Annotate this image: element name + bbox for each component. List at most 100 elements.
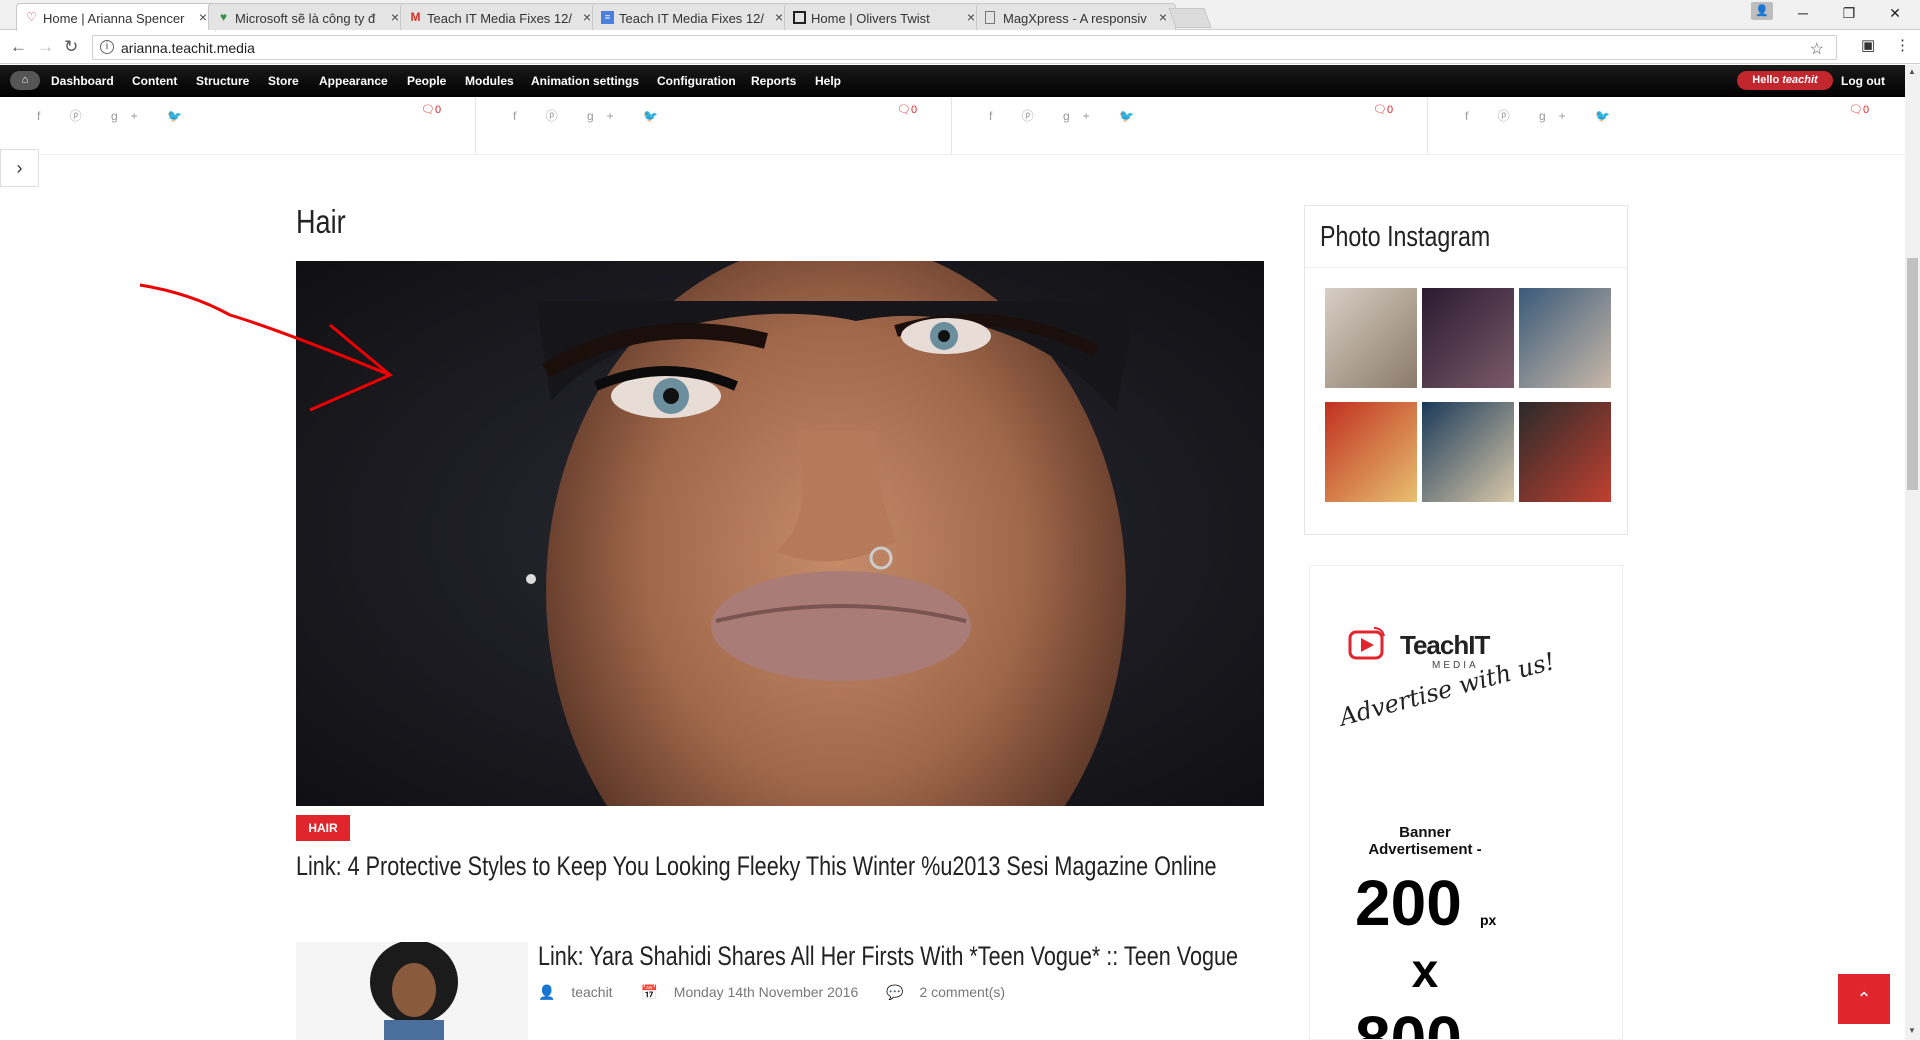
ad-height: 800 (1355, 1003, 1462, 1040)
scrollbar-thumb[interactable] (1907, 258, 1918, 490)
profile-icon[interactable]: 👤 (1751, 2, 1773, 20)
ad-content: TeachIT MEDIA Advertise with us! Banner … (1310, 584, 1558, 1040)
section-title: Hair (296, 203, 346, 240)
article-thumbnail[interactable] (296, 942, 528, 1040)
comment-count-value: 0 (1862, 104, 1870, 116)
scroll-to-top-button[interactable]: ⌃ (1838, 974, 1890, 1024)
menu-icon[interactable]: ⋮ (1895, 36, 1910, 54)
info-icon[interactable]: i (100, 40, 114, 54)
toolbar-appearance[interactable]: Appearance (319, 74, 388, 88)
tab-teachit-gmail[interactable]: M Teach IT Media Fixes 12/ × (400, 3, 600, 30)
toolbar-people[interactable]: People (407, 74, 446, 88)
toolbar-modules[interactable]: Modules (465, 74, 514, 88)
close-icon[interactable]: × (1159, 9, 1167, 25)
social-share-icons[interactable]: f ⓟ g+ 🐦 (513, 107, 671, 124)
hello-prefix: Hello (1752, 74, 1783, 86)
close-icon[interactable]: × (391, 9, 399, 25)
instagram-photo[interactable] (1325, 402, 1417, 502)
instagram-photo[interactable] (1422, 288, 1514, 388)
instagram-photo[interactable] (1422, 402, 1514, 502)
logout-link[interactable]: Log out (1841, 74, 1885, 88)
author-meta[interactable]: 👤 teachit (538, 984, 625, 1000)
tab-magxpress[interactable]: MagXpress - A responsiv × (976, 3, 1176, 30)
toolbar-reports[interactable]: Reports (751, 74, 796, 88)
tab-teachit-docs[interactable]: ≡ Teach IT Media Fixes 12/ × (592, 3, 792, 30)
ad-times: x (1411, 945, 1439, 998)
close-icon[interactable]: × (967, 9, 975, 25)
toolbar-help[interactable]: Help (815, 74, 841, 88)
reload-icon[interactable]: ↻ (64, 37, 78, 57)
bookmark-star-icon[interactable]: ☆ (1810, 39, 1824, 59)
comment-count[interactable]: 🗨0 (897, 103, 917, 116)
minimize-button[interactable]: ─ (1780, 0, 1826, 26)
social-share-icons[interactable]: f ⓟ g+ 🐦 (1465, 107, 1623, 124)
toolbar-animation-settings[interactable]: Animation settings (531, 74, 639, 88)
social-share-icons[interactable]: f ⓟ g+ 🐦 (37, 107, 195, 124)
instagram-photo[interactable] (1325, 288, 1417, 388)
instagram-widget: Photo Instagram (1304, 205, 1628, 535)
tab-title: Microsoft sẽ là công ty đ (235, 11, 376, 26)
featured-image[interactable] (296, 261, 1264, 806)
comment-count-value: 0 (910, 104, 918, 116)
extension-icon[interactable]: ▣ (1861, 36, 1875, 54)
author-name: teachit (571, 984, 613, 1000)
side-drawer-toggle[interactable]: › (0, 149, 39, 187)
close-icon[interactable]: × (583, 9, 591, 25)
tab-microsoft[interactable]: ♥ Microsoft sẽ là công ty đ × (208, 3, 408, 30)
comment-count-value: 0 (434, 104, 442, 116)
tab-title: Teach IT Media Fixes 12/ (427, 11, 572, 26)
card: f ⓟ g+ 🐦 🗨0 (952, 97, 1428, 155)
toolbar-content[interactable]: Content (132, 74, 177, 88)
toolbar-configuration[interactable]: Configuration (657, 74, 736, 88)
tab-title: Home | Arianna Spencer (43, 11, 185, 26)
article-headline[interactable]: Link: Yara Shahidi Shares All Her Firsts… (538, 941, 1238, 972)
document-icon (985, 11, 995, 24)
comment-count[interactable]: 🗨0 (1849, 103, 1869, 116)
ad-line2: Advertisement - (1368, 841, 1482, 858)
scroll-up-icon[interactable]: ▲ (1908, 67, 1916, 76)
tab-title: Teach IT Media Fixes 12/ (619, 11, 764, 26)
toolbar-dashboard[interactable]: Dashboard (51, 74, 114, 88)
user-icon: 👤 (538, 984, 556, 1000)
ad-line1: Banner (1399, 824, 1451, 841)
close-icon[interactable]: × (199, 9, 207, 25)
back-icon[interactable]: ← (10, 37, 27, 57)
page-scrollbar[interactable]: ▲ ▼ (1905, 65, 1920, 1040)
comment-count[interactable]: 🗨0 (1373, 103, 1393, 116)
card: f ⓟ g+ 🐦 🗨0 (1428, 97, 1905, 155)
featured-headline[interactable]: Link: 4 Protective Styles to Keep You Lo… (296, 851, 1217, 882)
comments-icon: 💬 (886, 984, 904, 1000)
red-arrow-annotation (139, 283, 393, 412)
browser-tab-bar: ♡ Home | Arianna Spencer × ♥ Microsoft s… (0, 0, 1920, 31)
divider (1305, 267, 1627, 268)
window-close-button[interactable]: ✕ (1872, 0, 1918, 26)
article-meta: 👤 teachit 📅 Monday 14th November 2016 💬 … (538, 984, 1029, 1001)
forward-icon[interactable]: → (37, 37, 54, 57)
article-date: Monday 14th November 2016 (673, 984, 859, 1000)
hello-user-badge[interactable]: Hello teachit (1737, 71, 1833, 90)
tab-home-arianna-spencer[interactable]: ♡ Home | Arianna Spencer × (16, 3, 216, 31)
comments-meta[interactable]: 💬 2 comment(s) (886, 984, 1017, 1000)
toolbar-store[interactable]: Store (268, 74, 299, 88)
instagram-photo[interactable] (1519, 288, 1611, 388)
tab-title: MagXpress - A responsiv (1003, 11, 1147, 26)
tab-olivers-twist[interactable]: Home | Olivers Twist × (784, 3, 984, 30)
category-badge[interactable]: HAIR (296, 815, 350, 841)
instagram-photo[interactable] (1519, 402, 1611, 502)
comment-count[interactable]: 🗨0 (421, 103, 441, 116)
close-icon[interactable]: × (775, 9, 783, 25)
new-tab-button[interactable] (1168, 8, 1212, 28)
gmail-icon: M (410, 10, 421, 24)
restore-button[interactable]: ❐ (1826, 0, 1872, 26)
social-share-icons[interactable]: f ⓟ g+ 🐦 (989, 107, 1147, 124)
url-input[interactable]: i arianna.teachit.media ☆ (92, 35, 1837, 60)
ad-unit: px (1480, 912, 1497, 928)
card-strip: f ⓟ g+ 🐦 🗨0 f ⓟ g+ 🐦 🗨0 f ⓟ g+ 🐦 🗨0 f ⓟ … (0, 97, 1905, 155)
home-icon[interactable]: ⌂ (10, 71, 40, 90)
docs-icon: ≡ (601, 11, 614, 24)
scroll-down-icon[interactable]: ▼ (1908, 1026, 1916, 1035)
date-meta: 📅 Monday 14th November 2016 (640, 984, 870, 1000)
url-text: arianna.teachit.media (121, 40, 255, 56)
toolbar-structure[interactable]: Structure (196, 74, 249, 88)
advertisement-banner[interactable]: TeachIT MEDIA Advertise with us! Banner … (1309, 565, 1623, 1040)
